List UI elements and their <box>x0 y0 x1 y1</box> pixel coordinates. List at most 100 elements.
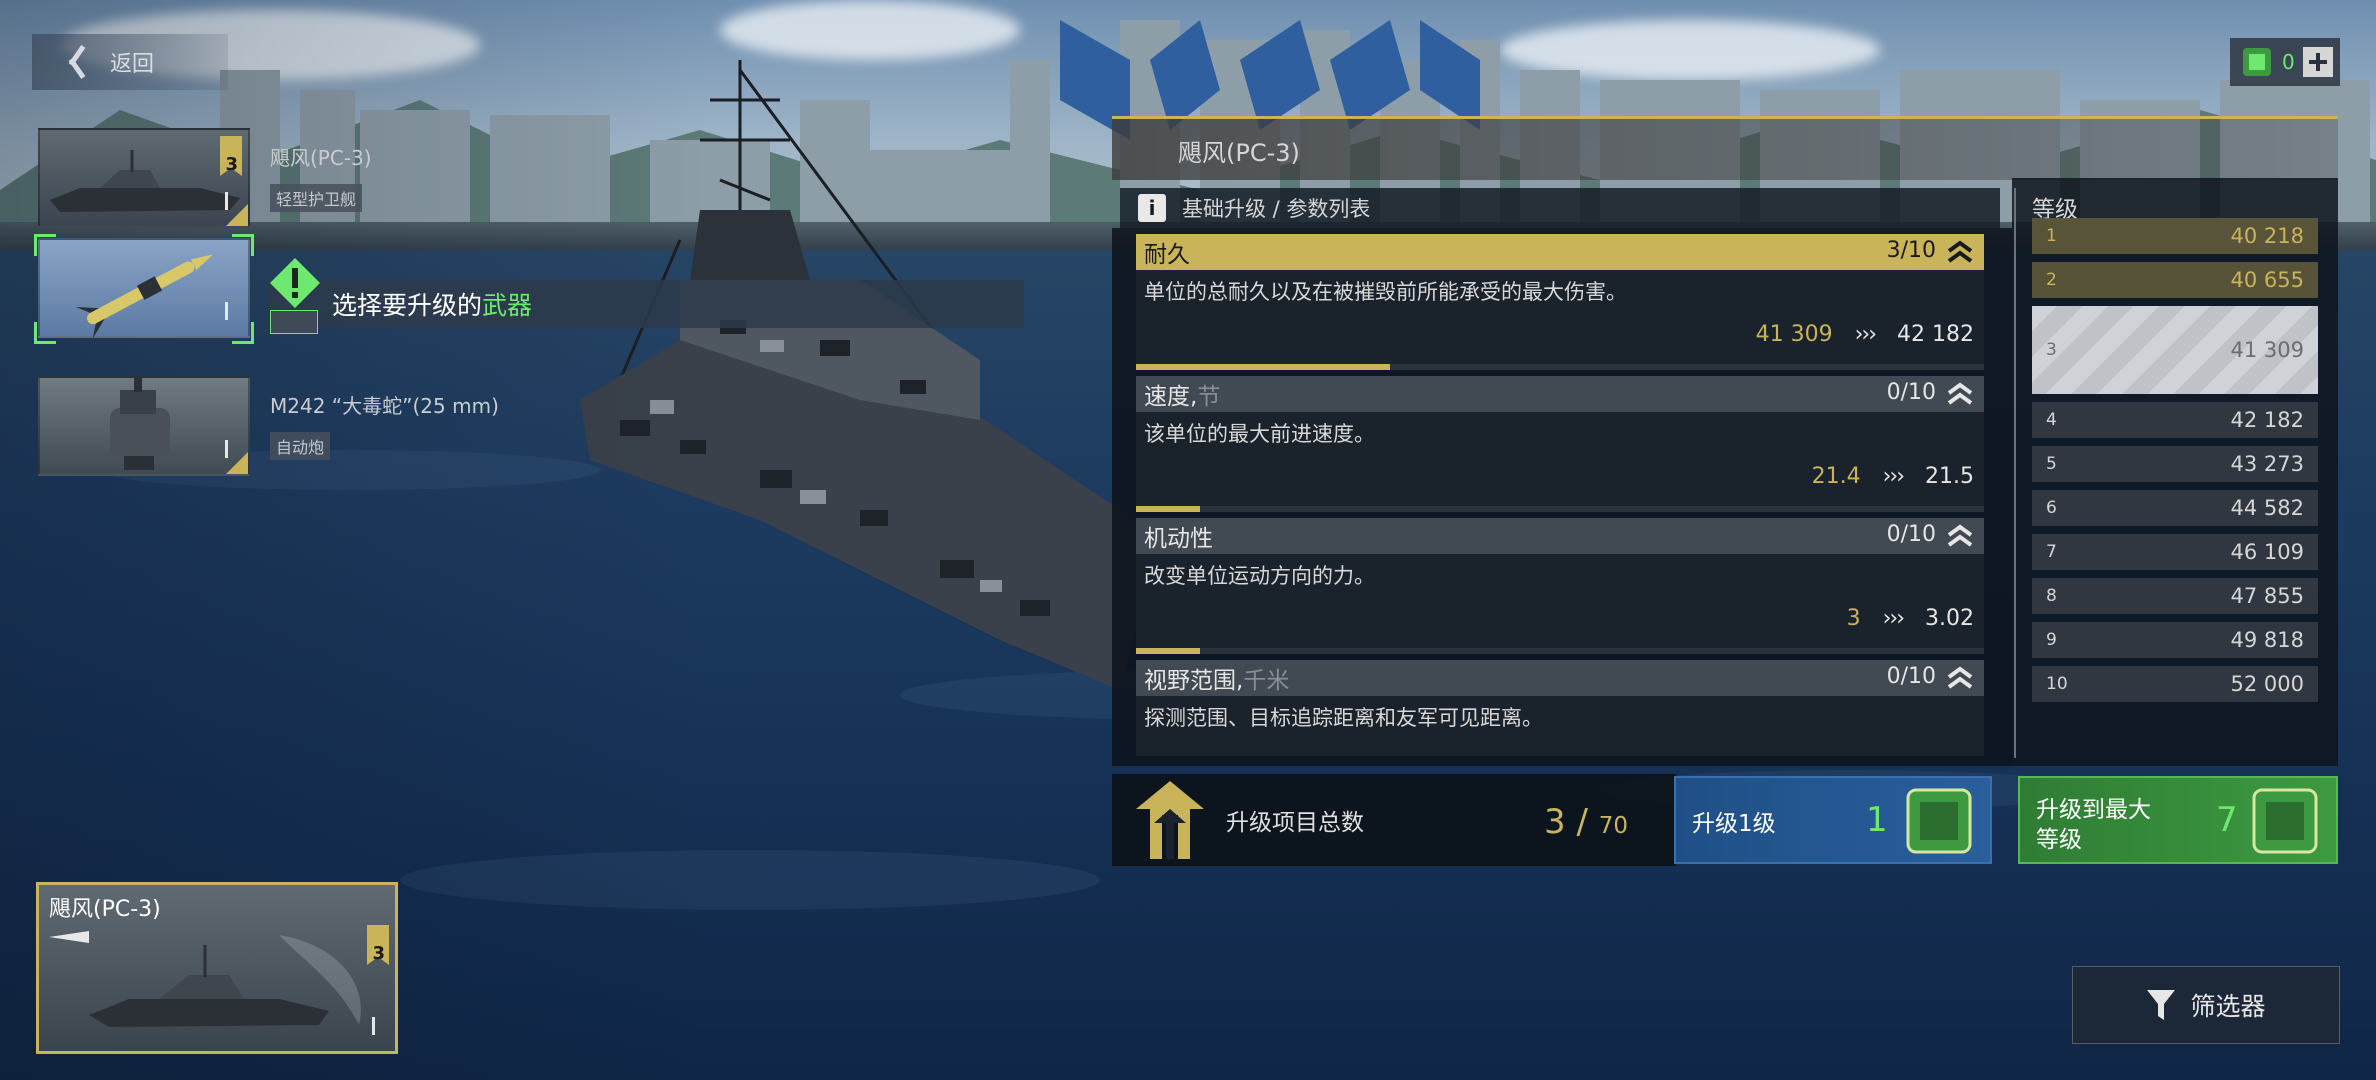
chip-currency-icon <box>2252 788 2318 854</box>
level-number: 1 <box>2046 226 2057 246</box>
selected-ship-card[interactable]: 飓风(PC-3) 3 <box>36 882 398 1054</box>
upgrade-max-label: 升级到最大 <box>2036 797 2151 823</box>
level-number: 10 <box>2046 674 2068 694</box>
level-number: 5 <box>2046 454 2057 474</box>
chip-currency-icon <box>1906 788 1972 854</box>
back-button[interactable]: 返回 <box>32 34 228 90</box>
level-row[interactable]: 2 40 655 <box>2032 262 2318 298</box>
stat-unit: 千米 <box>1243 668 1290 694</box>
weapon-item-ship[interactable]: 3 飓风(PC-3) 轻型护卫舰 <box>38 128 372 228</box>
levels-column: 等级 1 40 218 2 40 655 3 41 309 4 42 182 5 43 273 6 4… <box>2012 178 2338 766</box>
level-value: 46 109 <box>2230 540 2304 564</box>
hint-accent: 武器 <box>482 291 533 320</box>
level-row[interactable]: 9 49 818 <box>2032 622 2318 658</box>
currency-display[interactable]: 0 <box>2230 38 2340 86</box>
next-value: 21.5 <box>1925 464 1974 489</box>
next-value: 3.02 <box>1925 606 1974 631</box>
weapon-item-autocannon[interactable]: M242 “大毒蛇”(25 mm) 自动炮 <box>38 376 499 476</box>
stat-progress-fill <box>1136 648 1200 654</box>
level-value: 43 273 <box>2230 452 2304 476</box>
level-value: 49 818 <box>2230 628 2304 652</box>
total-value: 3 / 70 <box>1544 802 1628 842</box>
upgrade-max-label-2: 等级 <box>2036 827 2082 853</box>
upgrade-max-button[interactable]: 升级到最大 等级 7 <box>2018 776 2338 864</box>
chevron-left-icon <box>62 45 86 79</box>
stat-name: 速度, <box>1144 384 1198 410</box>
upgrade-arrows-icon <box>1136 781 1204 859</box>
level-row[interactable]: 6 44 582 <box>2032 490 2318 526</box>
scroll-indicator[interactable] <box>2014 188 2016 758</box>
level-number: 6 <box>2046 498 2057 518</box>
filter-label: 筛选器 <box>2190 992 2266 1021</box>
level-value: 52 000 <box>2230 672 2304 696</box>
plus-icon[interactable] <box>2302 47 2333 77</box>
ship-icon <box>89 935 361 1027</box>
warning-icon <box>270 258 320 308</box>
weapon-name: 飓风(PC-3) <box>270 146 372 170</box>
level-row[interactable]: 4 42 182 <box>2032 402 2318 438</box>
weapon-name: M242 “大毒蛇”(25 mm) <box>270 394 499 418</box>
current-value: 41 309 <box>1755 322 1833 347</box>
stat-header: 耐久 <box>1136 234 1984 270</box>
upgrade-one-label: 升级1级 <box>1692 811 1776 837</box>
panel-title: 飓风(PC-3) <box>1178 139 1300 167</box>
level-value: 40 218 <box>2230 224 2304 248</box>
stat-progress-fill <box>1136 364 1390 370</box>
total-current: 3 / <box>1544 802 1588 842</box>
level-row[interactable]: 10 52 000 <box>2032 666 2318 702</box>
level-row[interactable]: 3 41 309 <box>2032 306 2318 394</box>
stat-description: 改变单位运动方向的力。 <box>1144 564 1375 588</box>
warning-badge <box>270 310 318 334</box>
upgrade-one-cost: 1 <box>1866 800 1888 840</box>
panel-title-bar: 飓风(PC-3) <box>1112 116 2338 180</box>
ship-thumbnail: 3 <box>38 128 250 228</box>
autocannon-thumbnail <box>38 376 250 476</box>
level-number: 3 <box>2046 340 2057 360</box>
stat-maneuverability[interactable]: 机动性 0/10 改变单位运动方向的力。 3 ››› 3.02 <box>1136 518 1984 654</box>
stat-list[interactable]: 耐久 3/10 单位的总耐久以及在被摧毁前所能承受的最大伤害。 41 309 ›… <box>1112 228 2012 766</box>
upgrade-panel: 飓风(PC-3) i 基础升级 / 参数列表 耐久 3/10 单位的总耐久以及在… <box>1112 116 2338 866</box>
rank-number: 3 <box>225 154 238 175</box>
weapon-item-missile[interactable] <box>34 234 254 344</box>
stat-speed[interactable]: 速度, 节 0/10 该单位的最大前进速度。 21.4 ››› 21.5 <box>1136 376 1984 512</box>
level-row[interactable]: 1 40 218 <box>2032 218 2318 254</box>
stat-durability[interactable]: 耐久 3/10 单位的总耐久以及在被摧毁前所能承受的最大伤害。 41 309 ›… <box>1136 234 1984 370</box>
info-icon[interactable]: i <box>1138 194 1166 222</box>
stat-description: 探测范围、目标追踪距离和友军可见距离。 <box>1144 706 1543 730</box>
stat-name: 耐久 <box>1144 242 1190 268</box>
stat-values: 41 309 ››› 42 182 <box>1756 322 1974 347</box>
current-value: 21.4 <box>1811 464 1861 489</box>
stat-header: 机动性 <box>1136 518 1984 554</box>
stat-header: 视野范围, 千米 <box>1136 660 1984 696</box>
corner-marker <box>226 452 248 474</box>
upgrade-one-button[interactable]: 升级1级 1 <box>1674 776 1992 864</box>
chevron-up-double-icon <box>1947 240 1973 263</box>
stat-progress-bar <box>1136 648 1984 654</box>
chevron-up-double-icon <box>1947 524 1973 547</box>
level-row[interactable]: 7 46 109 <box>2032 534 2318 570</box>
next-value: 42 182 <box>1897 322 1974 347</box>
chevron-up-double-icon <box>1947 382 1973 405</box>
stat-progress-bar <box>1136 364 1984 370</box>
stat-level: 0/10 <box>1886 380 1936 405</box>
ship-card-name: 飓风(PC-3) <box>49 897 161 922</box>
stat-progress-bar <box>1136 506 1984 512</box>
upgrade-max-cost: 7 <box>2216 800 2238 840</box>
arrow-icon: ››› <box>1882 606 1905 631</box>
stat-name: 机动性 <box>1144 526 1213 552</box>
stat-progress-fill <box>1136 506 1200 512</box>
autocannon-icon <box>110 378 170 470</box>
chevron-up-double-icon <box>1947 666 1973 689</box>
level-tick <box>225 440 228 458</box>
corner-marker <box>226 204 248 226</box>
filter-button[interactable]: 筛选器 <box>2072 966 2340 1044</box>
level-number: 8 <box>2046 586 2057 606</box>
level-row[interactable]: 8 47 855 <box>2032 578 2318 614</box>
arrow-icon: ››› <box>1882 464 1905 489</box>
level-row[interactable]: 5 43 273 <box>2032 446 2318 482</box>
level-value: 44 582 <box>2230 496 2304 520</box>
currency-value: 0 <box>2282 50 2295 74</box>
panel-subtitle: 基础升级 / 参数列表 <box>1182 197 1371 221</box>
arrow-icon: ››› <box>1854 322 1877 347</box>
stat-vision-range[interactable]: 视野范围, 千米 0/10 探测范围、目标追踪距离和友军可见距离。 <box>1136 660 1984 756</box>
